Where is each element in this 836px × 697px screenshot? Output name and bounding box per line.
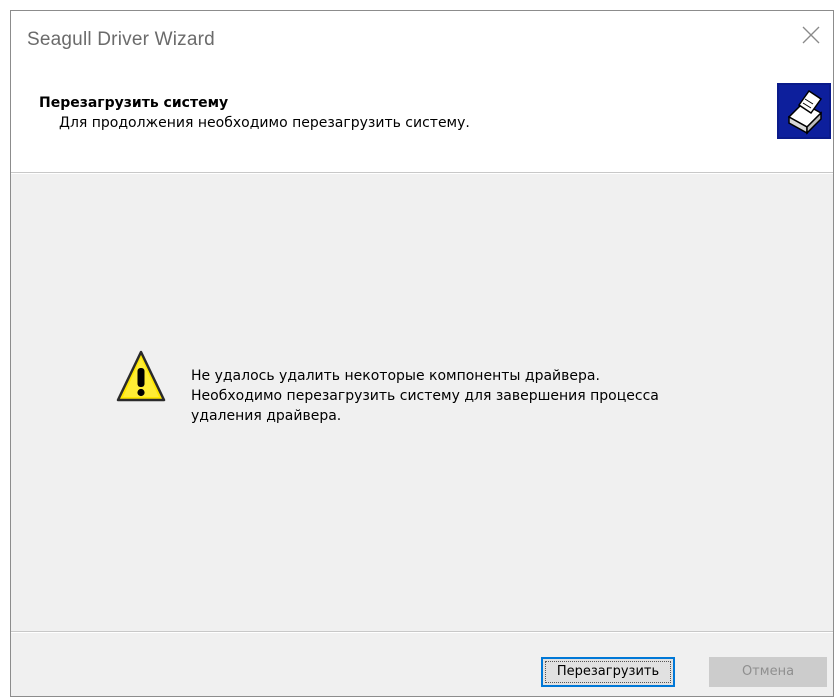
header-divider-highlight	[11, 173, 833, 174]
footer-divider-highlight	[11, 632, 833, 633]
window-title: Seagull Driver Wizard	[27, 29, 215, 50]
dialog-window: Seagull Driver Wizard Перезагрузить сист…	[10, 10, 834, 697]
message-line: Не удалось удалить некоторые компоненты …	[191, 368, 600, 384]
close-icon	[802, 26, 820, 44]
title-bar: Seagull Driver Wizard	[11, 11, 833, 71]
message-line: Необходимо перезагрузить систему для зав…	[191, 388, 659, 404]
cancel-button[interactable]: Отмена	[709, 657, 827, 687]
header-subtitle: Для продолжения необходимо перезагрузить…	[59, 115, 470, 131]
restart-button[interactable]: Перезагрузить	[541, 657, 675, 687]
warning-icon	[116, 350, 166, 402]
close-button[interactable]	[787, 11, 833, 59]
wizard-header: Перезагрузить систему Для продолжения не…	[11, 71, 833, 172]
printer-wizard-icon	[777, 83, 831, 139]
message-line: удаления драйвера.	[191, 408, 342, 424]
message-text: Не удалось удалить некоторые компоненты …	[191, 366, 659, 426]
header-title: Перезагрузить систему	[39, 95, 229, 111]
